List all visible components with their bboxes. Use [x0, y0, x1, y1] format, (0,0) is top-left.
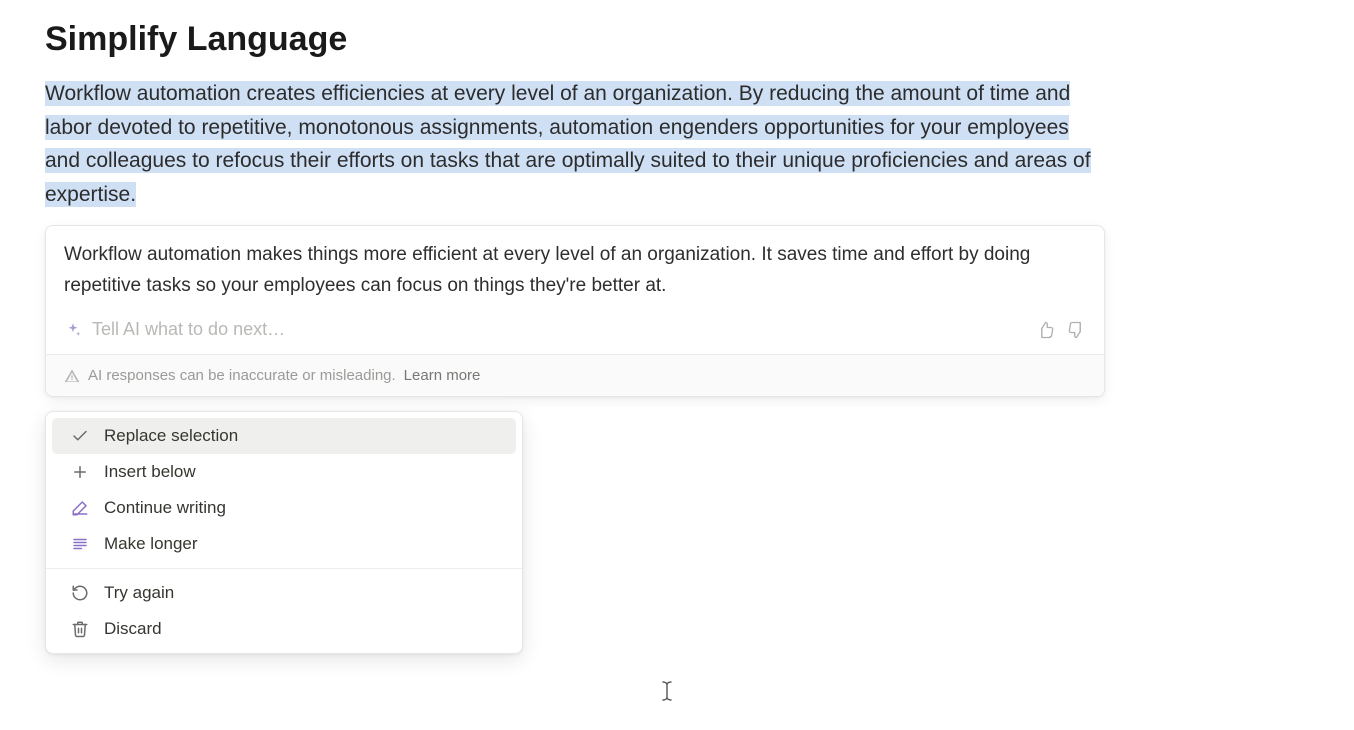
thumbs-down-icon[interactable] — [1066, 320, 1086, 340]
menu-item-discard[interactable]: Discard — [52, 611, 516, 647]
ai-response-text: Workflow automation makes things more ef… — [46, 226, 1104, 311]
thumbs-up-icon[interactable] — [1036, 320, 1056, 340]
text-cursor-indicator — [660, 680, 674, 702]
page-title: Simplify Language — [45, 20, 1309, 59]
ai-disclaimer: AI responses can be inaccurate or mislea… — [46, 354, 1104, 396]
menu-item-label: Continue writing — [104, 498, 226, 518]
original-selected-text: Workflow automation creates efficiencies… — [45, 77, 1105, 211]
check-icon — [70, 426, 90, 446]
trash-icon — [70, 619, 90, 639]
menu-item-make-longer[interactable]: Make longer — [52, 526, 516, 562]
ai-actions-menu: Replace selection Insert below Continue … — [45, 411, 523, 654]
menu-item-label: Insert below — [104, 462, 196, 482]
lines-icon — [70, 534, 90, 554]
ai-prompt-input[interactable] — [92, 319, 1026, 340]
feedback-icons — [1036, 320, 1086, 340]
menu-item-label: Replace selection — [104, 426, 238, 446]
learn-more-link[interactable]: Learn more — [404, 367, 481, 384]
disclaimer-text: AI responses can be inaccurate or mislea… — [88, 367, 396, 384]
ai-response-card: Workflow automation makes things more ef… — [45, 225, 1105, 397]
menu-item-insert-below[interactable]: Insert below — [52, 454, 516, 490]
menu-item-label: Discard — [104, 619, 162, 639]
retry-icon — [70, 583, 90, 603]
pencil-line-icon — [70, 498, 90, 518]
menu-item-label: Try again — [104, 583, 174, 603]
menu-item-try-again[interactable]: Try again — [52, 575, 516, 611]
sparkle-icon — [64, 321, 82, 339]
menu-divider — [46, 568, 522, 569]
menu-item-label: Make longer — [104, 534, 198, 554]
ai-input-row — [46, 311, 1104, 354]
plus-icon — [70, 462, 90, 482]
menu-item-replace-selection[interactable]: Replace selection — [52, 418, 516, 454]
menu-item-continue-writing[interactable]: Continue writing — [52, 490, 516, 526]
warning-icon — [64, 368, 80, 384]
